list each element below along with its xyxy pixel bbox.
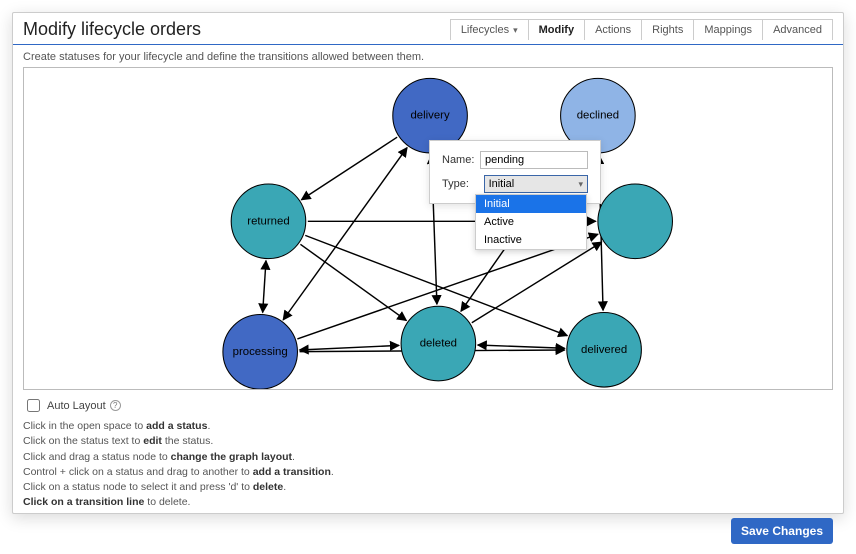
status-node-processing[interactable]: processing bbox=[223, 315, 298, 390]
type-option-inactive[interactable]: Inactive bbox=[476, 231, 586, 249]
transition-edge[interactable] bbox=[301, 137, 397, 200]
status-node-label[interactable]: deleted bbox=[420, 338, 457, 350]
page-description: Create statuses for your lifecycle and d… bbox=[13, 45, 843, 67]
help-icon[interactable]: ? bbox=[110, 400, 121, 411]
type-option-initial[interactable]: Initial bbox=[476, 195, 586, 213]
status-node-returned[interactable]: returned bbox=[231, 184, 306, 259]
status-node-label[interactable]: processing bbox=[233, 346, 288, 358]
type-label: Type: bbox=[442, 178, 484, 190]
transition-edge[interactable] bbox=[478, 345, 565, 348]
status-node-label[interactable]: declined bbox=[577, 110, 619, 122]
tab-rights[interactable]: Rights bbox=[641, 19, 694, 40]
status-node-delivered[interactable]: delivered bbox=[567, 312, 642, 387]
status-name-input[interactable] bbox=[480, 151, 588, 169]
auto-layout-checkbox[interactable] bbox=[27, 399, 40, 412]
status-node-pending[interactable] bbox=[598, 184, 673, 259]
status-node-label[interactable]: returned bbox=[247, 215, 289, 227]
transition-edge[interactable] bbox=[300, 345, 400, 350]
tab-bar: Lifecycles▾ Modify Actions Rights Mappin… bbox=[450, 19, 833, 40]
transition-edge[interactable] bbox=[263, 261, 266, 313]
type-option-active[interactable]: Active bbox=[476, 213, 586, 231]
tab-advanced[interactable]: Advanced bbox=[762, 19, 833, 40]
tab-modify[interactable]: Modify bbox=[528, 19, 585, 40]
help-text: Click in the open space to add a status.… bbox=[23, 419, 833, 510]
tab-actions[interactable]: Actions bbox=[584, 19, 642, 40]
name-label: Name: bbox=[442, 154, 480, 166]
status-node-deleted[interactable]: deleted bbox=[401, 306, 476, 381]
status-type-select[interactable]: Initial ▾ bbox=[484, 175, 588, 193]
tab-lifecycles[interactable]: Lifecycles▾ bbox=[450, 19, 529, 40]
auto-layout-label: Auto Layout bbox=[47, 400, 106, 412]
transition-edge[interactable] bbox=[300, 244, 406, 320]
tab-mappings[interactable]: Mappings bbox=[693, 19, 763, 40]
save-changes-button[interactable]: Save Changes bbox=[731, 518, 833, 544]
transition-edge[interactable] bbox=[472, 242, 602, 323]
status-type-dropdown: Initial Active Inactive bbox=[475, 194, 587, 250]
lifecycle-graph[interactable]: delivery declined returned processing delete… bbox=[23, 67, 833, 390]
chevron-down-icon: ▾ bbox=[513, 25, 518, 36]
status-node-label[interactable]: delivery bbox=[410, 110, 450, 122]
chevron-down-icon: ▾ bbox=[578, 179, 583, 190]
page-title: Modify lifecycle orders bbox=[23, 19, 201, 40]
status-node-label[interactable]: delivered bbox=[581, 344, 627, 356]
